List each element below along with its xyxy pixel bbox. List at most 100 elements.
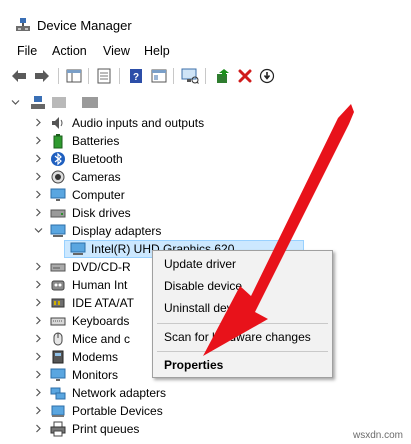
watermark-text: wsxdn.com xyxy=(352,430,403,441)
chevron-right-icon[interactable] xyxy=(34,208,43,217)
chevron-right-icon[interactable] xyxy=(34,154,43,163)
chevron-right-icon[interactable] xyxy=(34,334,43,343)
forward-icon[interactable] xyxy=(33,67,51,85)
tree-label: Monitors xyxy=(72,368,119,382)
toolbar-separator xyxy=(173,68,174,84)
speaker-icon xyxy=(50,115,66,131)
chevron-down-icon[interactable] xyxy=(11,98,20,107)
menu-view[interactable]: View xyxy=(103,44,130,58)
monitor-icon xyxy=(50,187,66,203)
menu-bar: File Action View Help xyxy=(0,44,411,62)
chevron-right-icon[interactable] xyxy=(34,136,43,145)
mouse-icon xyxy=(50,331,66,347)
tree-label: Batteries xyxy=(72,134,120,148)
properties-pane-icon[interactable] xyxy=(65,67,83,85)
chevron-right-icon[interactable] xyxy=(34,424,43,433)
context-menu: Update driver Disable device Uninstall d… xyxy=(152,250,333,378)
tree-label: Display adapters xyxy=(72,224,162,238)
tree-label: Network adapters xyxy=(72,386,167,400)
menu-separator xyxy=(157,323,328,324)
menu-separator xyxy=(157,351,328,352)
tree-item-computer[interactable]: Computer xyxy=(0,186,400,204)
device-manager-icon xyxy=(15,17,31,33)
scan-hardware-icon[interactable] xyxy=(181,67,199,85)
chevron-right-icon[interactable] xyxy=(34,298,43,307)
menu-scan-hardware[interactable]: Scan for hardware changes xyxy=(164,330,311,344)
tree-label: Portable Devices xyxy=(72,404,163,418)
tree-label: Human Int xyxy=(72,278,128,292)
tree-label: Print queues xyxy=(72,422,140,436)
properties-icon[interactable] xyxy=(150,67,168,85)
tree-item-print-queues[interactable]: Print queues xyxy=(0,420,400,438)
back-icon[interactable] xyxy=(10,67,28,85)
tree-item-batteries[interactable]: Batteries xyxy=(0,132,400,150)
tree-label: DVD/CD-R xyxy=(72,260,131,274)
disk-drive-icon xyxy=(50,205,66,221)
chevron-right-icon[interactable] xyxy=(34,190,43,199)
printer-icon xyxy=(50,421,66,437)
tree-label: Audio inputs and outputs xyxy=(72,116,205,130)
toolbar-separator xyxy=(205,68,206,84)
toolbar: ? xyxy=(0,64,411,88)
menu-disable-device[interactable]: Disable device xyxy=(164,279,242,293)
chevron-right-icon[interactable] xyxy=(34,118,43,127)
display-adapter-icon xyxy=(70,241,86,257)
tree-item-display-adapters[interactable]: Display adapters xyxy=(0,222,400,240)
menu-action[interactable]: Action xyxy=(52,44,87,58)
menu-help[interactable]: Help xyxy=(144,44,170,58)
svg-text:?: ? xyxy=(133,72,139,83)
tree-label: Cameras xyxy=(72,170,121,184)
tree-item-network-adapters[interactable]: Network adapters xyxy=(0,384,400,402)
menu-file[interactable]: File xyxy=(17,44,37,58)
redacted-block xyxy=(82,97,98,108)
redacted-block xyxy=(52,97,66,108)
portable-device-icon xyxy=(50,403,66,419)
show-hide-console-icon[interactable] xyxy=(95,67,113,85)
chevron-right-icon[interactable] xyxy=(34,406,43,415)
ide-controller-icon xyxy=(50,295,66,311)
modem-icon xyxy=(50,349,66,365)
tree-item-cameras[interactable]: Cameras xyxy=(0,168,400,186)
tree-item-bluetooth[interactable]: Bluetooth xyxy=(0,150,400,168)
tree-label: Mice and c xyxy=(72,332,131,346)
chevron-right-icon[interactable] xyxy=(34,316,43,325)
tree-label: Computer xyxy=(72,188,125,202)
keyboard-icon xyxy=(50,313,66,329)
display-adapter-icon xyxy=(50,223,66,239)
chevron-right-icon[interactable] xyxy=(34,352,43,361)
tree-label: Disk drives xyxy=(72,206,131,220)
tree-item-audio[interactable]: Audio inputs and outputs xyxy=(0,114,400,132)
chevron-right-icon[interactable] xyxy=(34,370,43,379)
chevron-right-icon[interactable] xyxy=(34,388,43,397)
bluetooth-icon xyxy=(50,151,66,167)
toolbar-separator xyxy=(58,68,59,84)
menu-properties[interactable]: Properties xyxy=(164,358,223,372)
tree-label: Bluetooth xyxy=(72,152,123,166)
chevron-right-icon[interactable] xyxy=(34,280,43,289)
tree-label: Modems xyxy=(72,350,119,364)
monitor-icon xyxy=(50,367,66,383)
uninstall-icon[interactable] xyxy=(236,67,254,85)
network-adapter-icon xyxy=(50,385,66,401)
toolbar-separator xyxy=(119,68,120,84)
chevron-right-icon[interactable] xyxy=(34,172,43,181)
tree-item-portable-devices[interactable]: Portable Devices xyxy=(0,402,400,420)
toolbar-separator xyxy=(88,68,89,84)
computer-root-icon xyxy=(30,95,46,111)
tree-root[interactable] xyxy=(0,94,400,112)
title-bar: Device Manager xyxy=(0,0,411,40)
chevron-down-icon[interactable] xyxy=(34,226,43,235)
battery-icon xyxy=(50,133,66,149)
tree-label: Keyboards xyxy=(72,314,130,328)
menu-uninstall-device[interactable]: Uninstall device xyxy=(164,301,248,315)
camera-icon xyxy=(50,169,66,185)
hid-icon xyxy=(50,277,66,293)
disable-icon[interactable] xyxy=(258,67,276,85)
help-icon[interactable]: ? xyxy=(127,67,145,85)
dvd-drive-icon xyxy=(50,259,66,275)
chevron-right-icon[interactable] xyxy=(34,262,43,271)
update-driver-icon[interactable] xyxy=(214,67,232,85)
menu-update-driver[interactable]: Update driver xyxy=(164,257,236,271)
tree-item-disk-drives[interactable]: Disk drives xyxy=(0,204,400,222)
tree-label: IDE ATA/AT xyxy=(72,296,135,310)
